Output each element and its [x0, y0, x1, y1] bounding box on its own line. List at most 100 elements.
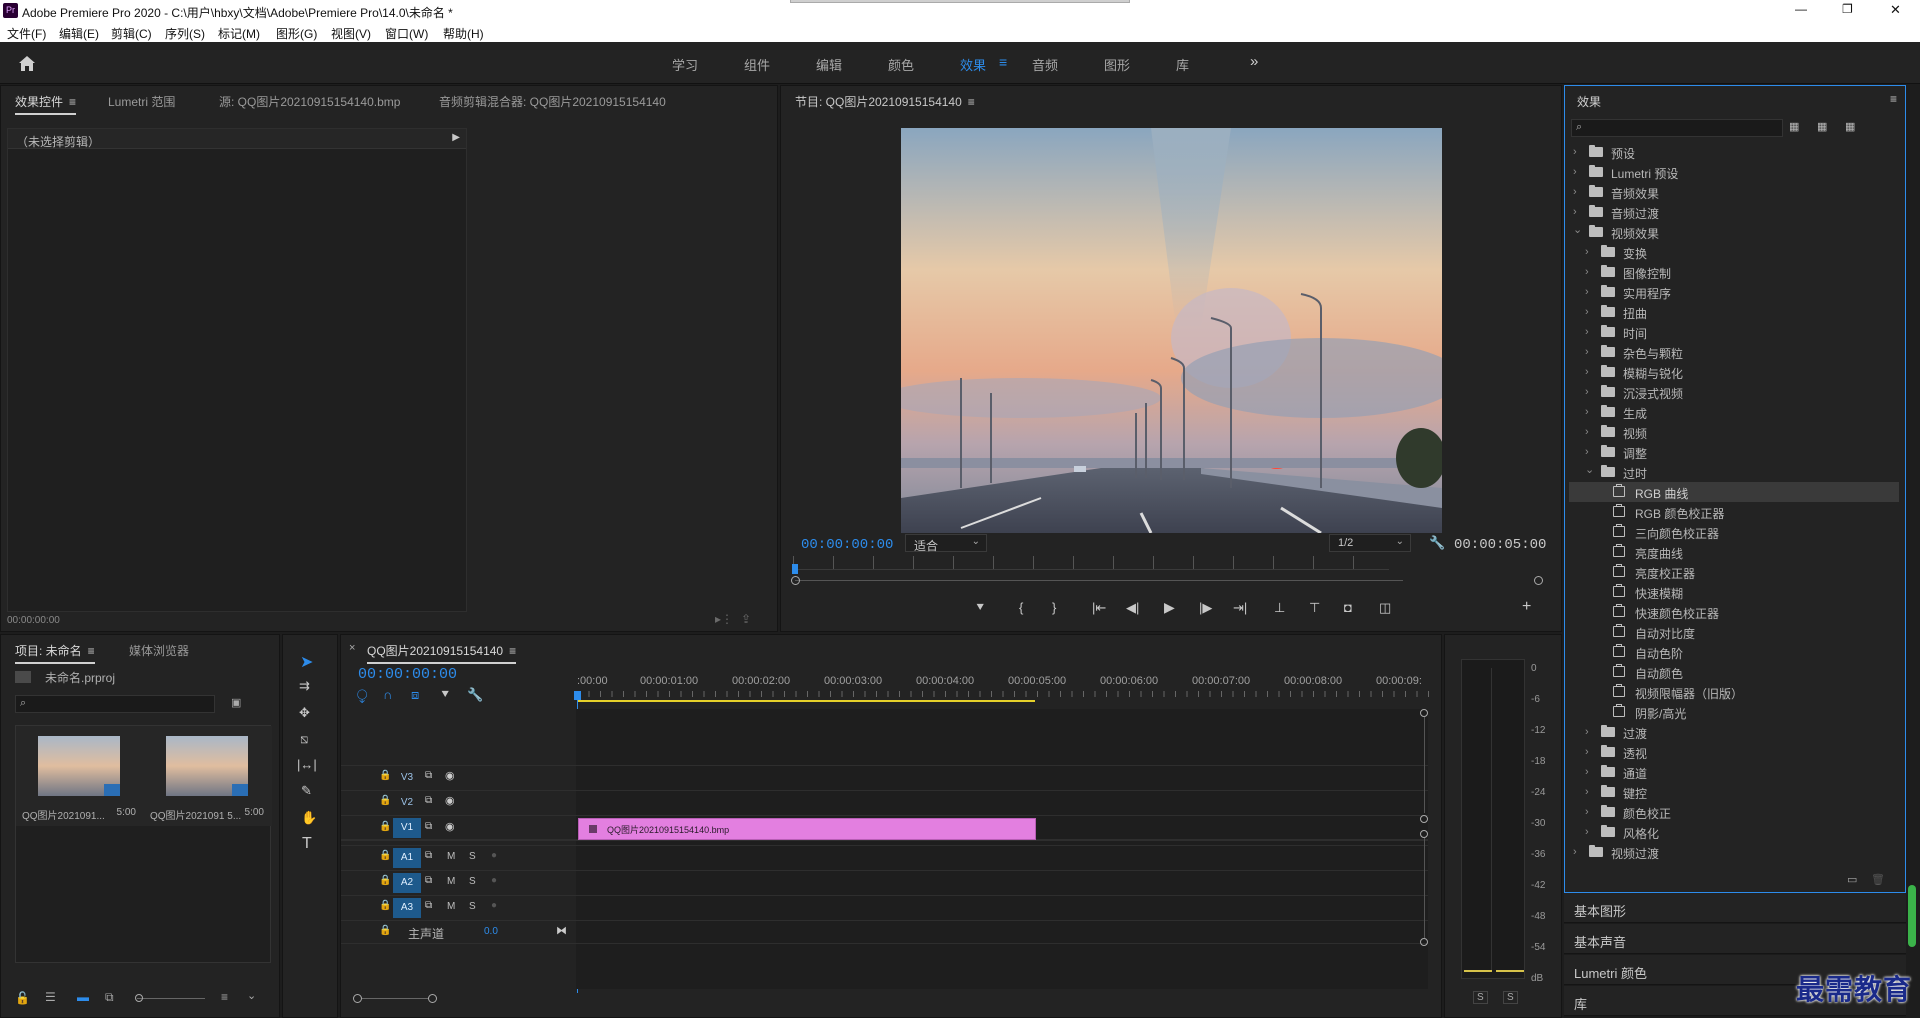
- lock-icon[interactable]: 🔒: [379, 900, 391, 911]
- snap-icon[interactable]: ∩: [383, 687, 392, 702]
- chevron-right-icon[interactable]: ›: [1573, 186, 1583, 198]
- effects-folder[interactable]: › Lumetri 预设: [1569, 162, 1899, 182]
- chevron-right-icon[interactable]: ›: [1585, 786, 1595, 798]
- sort-icon[interactable]: ≡: [221, 990, 228, 1004]
- chevron-right-icon[interactable]: ›: [1585, 326, 1595, 338]
- lock-icon[interactable]: 🔒: [379, 770, 391, 781]
- effect-controls-timecode[interactable]: 00:00:00:00: [7, 615, 60, 626]
- sync-lock-icon[interactable]: ⧉: [425, 850, 432, 861]
- effects-folder[interactable]: › 图像控制: [1569, 262, 1899, 282]
- effects-folder[interactable]: › 预设: [1569, 142, 1899, 162]
- wrench-icon[interactable]: 🔧: [1429, 535, 1445, 551]
- horizontal-scroll-bar[interactable]: [362, 998, 428, 999]
- effect-item[interactable]: 视频限幅器（旧版）: [1569, 682, 1899, 702]
- vertical-scroll-bar2[interactable]: [1424, 838, 1425, 938]
- chevron-right-icon[interactable]: ›: [1585, 346, 1595, 358]
- slip-tool-icon[interactable]: |↔|: [297, 757, 317, 772]
- effect-item[interactable]: 三向颜色校正器: [1569, 522, 1899, 542]
- close-sequence-button[interactable]: ×: [349, 642, 355, 654]
- lock-icon[interactable]: 🔓: [15, 991, 30, 1005]
- effects-panel-menu-icon[interactable]: ≡: [1890, 92, 1897, 106]
- menu-graphics[interactable]: 图形(G): [276, 25, 317, 42]
- track-label[interactable]: V1: [393, 818, 421, 838]
- lock-icon[interactable]: 🔒: [379, 925, 391, 936]
- sync-lock-icon[interactable]: ⧉: [425, 875, 432, 886]
- effects-search-input[interactable]: ⌕: [1571, 119, 1783, 137]
- timeline-settings-icon[interactable]: 🔧: [467, 687, 483, 703]
- effects-folder[interactable]: › 过渡: [1569, 722, 1899, 742]
- chevron-down-icon[interactable]: ⌄: [1585, 463, 1595, 476]
- track-label[interactable]: V2: [393, 793, 421, 813]
- effects-folder[interactable]: › 颜色校正: [1569, 802, 1899, 822]
- mute-button[interactable]: M: [447, 851, 455, 862]
- comparison-view-icon[interactable]: ◫: [1379, 600, 1391, 616]
- effect-item[interactable]: 亮度校正器: [1569, 562, 1899, 582]
- menu-clip[interactable]: 剪辑(C): [111, 25, 152, 42]
- chevron-right-icon[interactable]: ›: [1585, 726, 1595, 738]
- effect-item[interactable]: RGB 曲线: [1569, 482, 1899, 502]
- chevron-right-icon[interactable]: ›: [1585, 386, 1595, 398]
- solo-left-button[interactable]: S: [1473, 991, 1488, 1004]
- ripple-edit-tool-icon[interactable]: ✥: [299, 705, 310, 721]
- add-marker-icon[interactable]: ⯆: [440, 687, 450, 703]
- add-button-icon[interactable]: +: [1522, 598, 1531, 616]
- solo-button[interactable]: S: [469, 876, 476, 887]
- menu-help[interactable]: 帮助(H): [443, 25, 484, 42]
- effects-folder[interactable]: › 透视: [1569, 742, 1899, 762]
- tab-media-browser[interactable]: 媒体浏览器: [129, 642, 189, 659]
- play-only-icon[interactable]: ▶: [452, 132, 460, 143]
- chevron-right-icon[interactable]: ›: [1585, 306, 1595, 318]
- mic-icon[interactable]: ●: [491, 875, 497, 886]
- lift-icon[interactable]: ⊥: [1274, 600, 1285, 616]
- lock-icon[interactable]: 🔒: [379, 821, 391, 832]
- timeline-ruler[interactable]: :00:00 00:00:01:00 00:00:02:00 00:00:03:…: [577, 675, 1429, 703]
- track-label[interactable]: A2: [393, 873, 421, 893]
- effect-item[interactable]: 快速颜色校正器: [1569, 602, 1899, 622]
- eye-icon[interactable]: ◉: [445, 820, 455, 833]
- effects-folder[interactable]: › 键控: [1569, 782, 1899, 802]
- workspace-effects[interactable]: 效果: [960, 55, 986, 74]
- project-item[interactable]: QQ图片2021091 5... 5:00: [144, 726, 272, 826]
- vertical-scroll-mid[interactable]: [1420, 815, 1428, 823]
- workspace-assembly[interactable]: 组件: [744, 55, 770, 74]
- timeline-clip[interactable]: QQ图片20210915154140.bmp: [578, 818, 1036, 840]
- icon-view-icon[interactable]: ▬: [77, 990, 89, 1004]
- home-icon[interactable]: [18, 55, 36, 72]
- tab-lumetri-scopes[interactable]: Lumetri 范围: [108, 93, 175, 110]
- workspace-graphics[interactable]: 图形: [1104, 55, 1130, 74]
- effects-folder[interactable]: › 变换: [1569, 242, 1899, 262]
- vertical-scroll-bar[interactable]: [1424, 717, 1425, 813]
- workspace-more-button[interactable]: »: [1250, 53, 1258, 70]
- step-back-icon[interactable]: ◀|: [1126, 600, 1139, 616]
- solo-button[interactable]: S: [469, 851, 476, 862]
- 32bit-effects-icon[interactable]: ▦: [1817, 120, 1827, 133]
- camera-icon[interactable]: ◘: [1344, 600, 1352, 615]
- solo-right-button[interactable]: S: [1503, 991, 1518, 1004]
- program-monitor-title[interactable]: 节目: QQ图片20210915154140 ≡: [795, 93, 975, 110]
- play-icon[interactable]: ▶: [1164, 599, 1175, 616]
- effect-item[interactable]: 亮度曲线: [1569, 542, 1899, 562]
- step-forward-icon[interactable]: |▶: [1199, 600, 1212, 616]
- effects-folder[interactable]: › 实用程序: [1569, 282, 1899, 302]
- menu-window[interactable]: 窗口(W): [385, 25, 428, 42]
- effects-folder[interactable]: › 视频: [1569, 422, 1899, 442]
- sequence-menu-icon[interactable]: ≡: [509, 644, 516, 658]
- program-playhead[interactable]: [792, 564, 798, 574]
- timeline-playhead-head[interactable]: [574, 691, 581, 700]
- linked-selection-icon[interactable]: ⧈: [411, 687, 419, 703]
- effect-item[interactable]: RGB 颜色校正器: [1569, 502, 1899, 522]
- maximize-button[interactable]: ❐: [1842, 2, 1853, 16]
- vertical-scroll-mid2[interactable]: [1420, 830, 1428, 838]
- sync-lock-icon[interactable]: ⧉: [425, 900, 432, 911]
- lock-icon[interactable]: 🔒: [379, 795, 391, 806]
- thumbnail-size-slider[interactable]: [137, 998, 205, 999]
- effects-folder[interactable]: › 视频过渡: [1569, 842, 1899, 862]
- tab-audio-clip-mixer[interactable]: 音频剪辑混合器: QQ图片20210915154140: [439, 93, 666, 110]
- fit-dropdown[interactable]: 适合 ⌄: [905, 534, 987, 553]
- chevron-right-icon[interactable]: ›: [1585, 406, 1595, 418]
- workspace-menu-icon[interactable]: ≡: [999, 54, 1007, 70]
- eye-icon[interactable]: ◉: [445, 769, 455, 782]
- extract-icon[interactable]: ⊤: [1309, 600, 1320, 616]
- delete-icon[interactable]: 🗑: [1871, 873, 1885, 886]
- selection-tool-icon[interactable]: ➤: [300, 652, 313, 672]
